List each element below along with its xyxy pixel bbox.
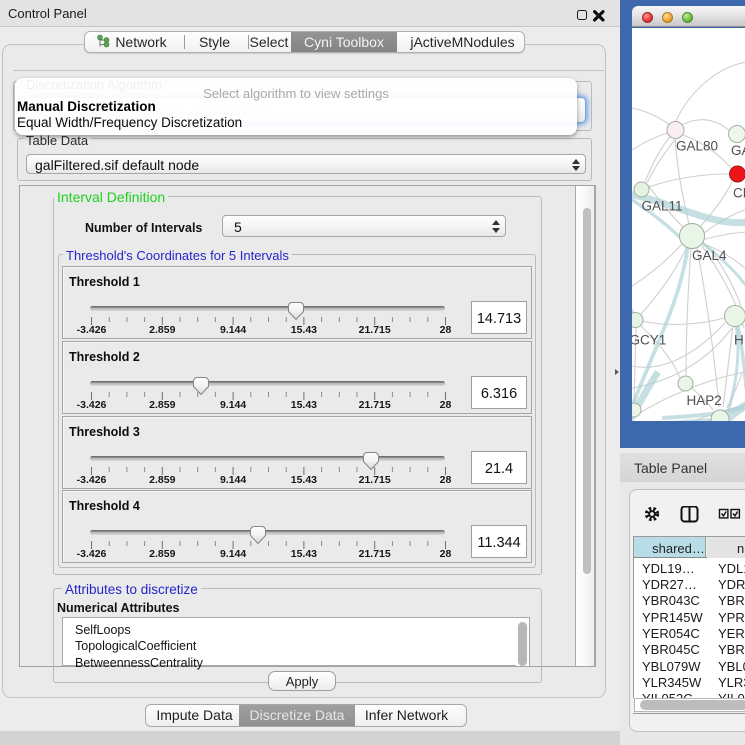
- svg-text:15.43: 15.43: [291, 548, 317, 560]
- svg-text:-3.426: -3.426: [77, 399, 107, 411]
- svg-text:21.715: 21.715: [359, 548, 391, 560]
- svg-text:2.859: 2.859: [149, 474, 175, 486]
- svg-text:-3.426: -3.426: [77, 548, 107, 560]
- svg-text:28: 28: [440, 324, 452, 336]
- svg-text:15.43: 15.43: [291, 324, 317, 336]
- svg-text:9.144: 9.144: [220, 474, 246, 486]
- svg-text:GAL80: GAL80: [676, 139, 718, 154]
- svg-text:HAP2: HAP2: [687, 393, 722, 408]
- svg-text:28: 28: [440, 548, 452, 560]
- svg-text:GAL4: GAL4: [692, 248, 727, 263]
- svg-text:GCY1: GCY1: [632, 333, 666, 348]
- svg-text:9.144: 9.144: [220, 548, 246, 560]
- svg-text:2.859: 2.859: [149, 324, 175, 336]
- svg-text:GAL11: GAL11: [642, 199, 683, 214]
- svg-text:-3.426: -3.426: [77, 474, 107, 486]
- svg-text:CR: CR: [733, 186, 745, 201]
- svg-text:28: 28: [440, 474, 452, 486]
- svg-text:HI: HI: [734, 333, 745, 348]
- svg-text:9.144: 9.144: [220, 399, 246, 411]
- svg-text:GAL: GAL: [731, 143, 745, 158]
- svg-text:28: 28: [440, 399, 452, 411]
- svg-text:21.715: 21.715: [359, 399, 391, 411]
- svg-text:2.859: 2.859: [149, 399, 175, 411]
- svg-text:15.43: 15.43: [291, 399, 317, 411]
- svg-text:2.859: 2.859: [149, 548, 175, 560]
- svg-text:-3.426: -3.426: [77, 324, 107, 336]
- svg-text:21.715: 21.715: [359, 324, 391, 336]
- svg-text:9.144: 9.144: [220, 324, 246, 336]
- svg-text:15.43: 15.43: [291, 474, 317, 486]
- svg-text:21.715: 21.715: [359, 474, 391, 486]
